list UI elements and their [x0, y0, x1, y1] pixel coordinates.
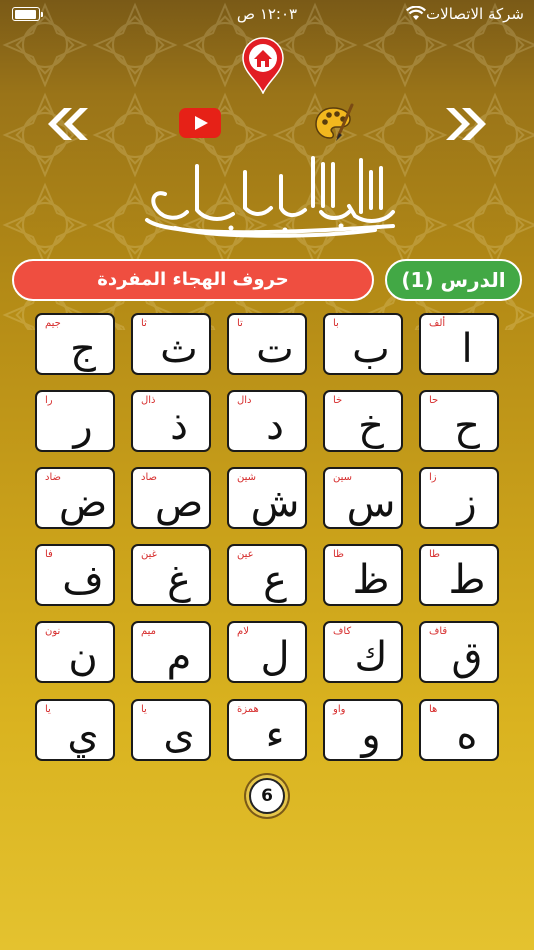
letter-glyph: ث	[160, 326, 198, 372]
letter-card[interactable]: ثا ث	[131, 313, 211, 375]
page-number-badge[interactable]: 6	[249, 778, 285, 814]
letter-card[interactable]: يا ى	[131, 699, 211, 761]
letter-glyph: س	[346, 480, 396, 526]
letter-glyph: ظ	[352, 557, 390, 603]
letter-glyph: د	[266, 403, 284, 449]
letter-card[interactable]: سين س	[323, 467, 403, 529]
letter-card[interactable]: شين ش	[227, 467, 307, 529]
letter-glyph: م	[166, 634, 192, 680]
letter-glyph: ى	[163, 712, 195, 758]
letter-glyph: ك	[354, 634, 388, 680]
letter-glyph: ل	[260, 634, 290, 680]
letter-glyph: غ	[167, 557, 191, 603]
letter-card[interactable]: يا ي	[35, 699, 115, 761]
letter-card[interactable]: ضاد ض	[35, 467, 115, 529]
letter-card[interactable]: ظا ظ	[323, 544, 403, 606]
letter-card[interactable]: طا ط	[419, 544, 499, 606]
letter-glyph: ن	[68, 634, 98, 680]
letter-glyph: ش	[250, 480, 300, 526]
letter-glyph: ع	[263, 557, 287, 603]
letter-card[interactable]: ها ه	[419, 699, 499, 761]
letter-glyph: ج	[70, 326, 96, 372]
letter-card[interactable]: جيم ج	[35, 313, 115, 375]
letter-card[interactable]: را ر	[35, 390, 115, 452]
letter-glyph: ي	[67, 712, 99, 758]
letter-card[interactable]: ألف ا	[419, 313, 499, 375]
letter-glyph: ء	[265, 712, 285, 758]
letter-card[interactable]: قاف ق	[419, 621, 499, 683]
letter-glyph: ز	[457, 480, 477, 526]
letter-glyph: ف	[62, 557, 104, 603]
letter-glyph: ا	[461, 326, 473, 372]
letter-card[interactable]: غين غ	[131, 544, 211, 606]
letter-card[interactable]: صاد ص	[131, 467, 211, 529]
letter-glyph: ر	[73, 403, 93, 449]
letter-glyph: خ	[358, 403, 384, 449]
letter-card[interactable]: لام ل	[227, 621, 307, 683]
letter-card[interactable]: كاف ك	[323, 621, 403, 683]
letter-card[interactable]: تا ت	[227, 313, 307, 375]
letter-glyph: ط	[448, 557, 486, 603]
letter-glyph: ذ	[170, 403, 188, 449]
letter-card[interactable]: ذال ذ	[131, 390, 211, 452]
letter-glyph: و	[361, 712, 381, 758]
letter-card[interactable]: همزة ء	[227, 699, 307, 761]
letter-card[interactable]: حا ح	[419, 390, 499, 452]
letter-glyph: ت	[256, 326, 294, 372]
letter-card[interactable]: ميم م	[131, 621, 211, 683]
letter-card[interactable]: عين ع	[227, 544, 307, 606]
letter-card[interactable]: نون ن	[35, 621, 115, 683]
letter-glyph: ق	[451, 634, 483, 680]
letter-card[interactable]: با ب	[323, 313, 403, 375]
letter-glyph: ه	[456, 712, 478, 758]
letter-card[interactable]: خا خ	[323, 390, 403, 452]
letter-glyph: ب	[352, 326, 390, 372]
letter-glyph: ص	[154, 480, 204, 526]
letter-card[interactable]: زا ز	[419, 467, 499, 529]
letter-glyph: ح	[454, 403, 480, 449]
letter-card[interactable]: فا ف	[35, 544, 115, 606]
letter-glyph: ض	[58, 480, 108, 526]
letter-card[interactable]: دال د	[227, 390, 307, 452]
letter-card[interactable]: واو و	[323, 699, 403, 761]
